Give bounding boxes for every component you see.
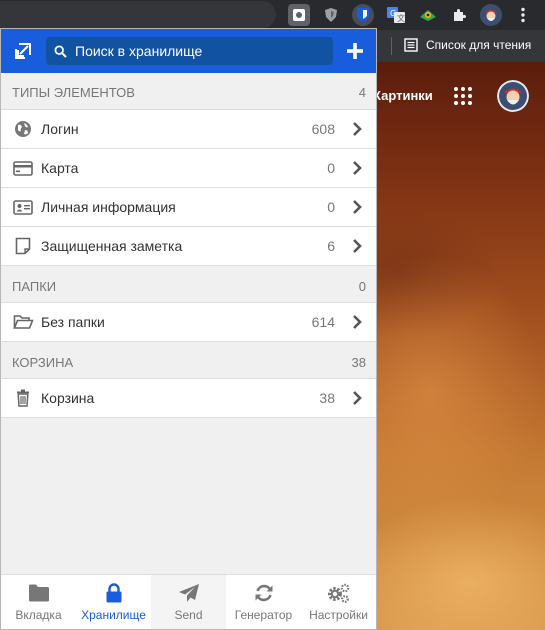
tab-label: Send [174, 608, 203, 622]
add-item-button[interactable] [343, 39, 367, 63]
section-title: КОРЗИНА [12, 354, 74, 370]
section-trash-header: КОРЗИНА 38 [1, 344, 376, 380]
apps-grid-icon[interactable] [454, 87, 472, 105]
section-count: 38 [351, 354, 366, 370]
item-label: Карта [41, 160, 79, 176]
page-account-avatar[interactable] [497, 80, 529, 112]
credit-card-icon [12, 158, 34, 178]
tab-current-tab[interactable]: Вкладка [1, 575, 76, 629]
chevron-right-icon [349, 238, 365, 254]
tab-label: Вкладка [15, 608, 62, 622]
popup-header [1, 29, 376, 73]
section-count: 0 [358, 278, 366, 294]
shield-extension-icon[interactable] [320, 4, 342, 26]
section-count: 4 [358, 84, 366, 100]
section-types-header: ТИПЫ ЭЛЕМЕНТОВ 4 [1, 74, 376, 110]
paper-plane-icon [178, 584, 199, 602]
id-card-icon [12, 197, 34, 217]
images-link[interactable]: Картинки [373, 88, 433, 103]
globe-icon [12, 119, 34, 139]
reading-list-label: Список для чтения [426, 38, 532, 52]
list-item-trash[interactable]: Корзина 38 [1, 379, 376, 418]
browser-menu-icon[interactable] [512, 4, 534, 26]
section-folders-header: ПАПКИ 0 [1, 268, 376, 304]
folder-icon [28, 584, 49, 602]
tab-generator[interactable]: Генератор [226, 575, 301, 629]
trash-icon [12, 388, 34, 408]
chevron-right-icon [349, 160, 365, 176]
item-count: 6 [327, 238, 335, 254]
popout-icon[interactable] [11, 39, 35, 63]
item-label: Личная информация [41, 199, 176, 215]
note-icon [12, 236, 34, 256]
list-item-login[interactable]: Логин 608 [1, 110, 376, 149]
item-count: 38 [319, 390, 335, 406]
item-count: 614 [311, 314, 335, 330]
bitwarden-popup: ТИПЫ ЭЛЕМЕНТОВ 4 Логин 608 Карта 0 Лична… [0, 28, 377, 630]
item-label: Защищенная заметка [41, 238, 183, 254]
bitwarden-extension-icon[interactable] [352, 4, 374, 26]
refresh-icon [255, 584, 272, 602]
tab-label: Хранилище [81, 608, 146, 622]
bookmarks-separator [391, 37, 392, 55]
chevron-right-icon [349, 121, 365, 137]
folders-list: Без папки 614 [1, 302, 376, 342]
search-icon [54, 44, 67, 58]
item-label: Логин [41, 121, 79, 137]
browser-toolbar: G文 [0, 0, 545, 30]
vault-search-box[interactable] [46, 37, 333, 65]
reading-list-icon [404, 38, 418, 52]
eye-extension-icon[interactable] [417, 4, 439, 26]
gears-icon [327, 583, 349, 603]
chevron-right-icon [349, 199, 365, 215]
item-count: 0 [327, 160, 335, 176]
tab-settings[interactable]: Настройки [301, 575, 376, 629]
lock-icon [106, 583, 121, 603]
item-count: 608 [311, 121, 335, 137]
chevron-right-icon [349, 390, 365, 406]
screenshot-extension-icon[interactable] [288, 4, 310, 26]
trash-list: Корзина 38 [1, 378, 376, 418]
translate-extension-icon[interactable]: G文 [385, 4, 407, 26]
puzzle-extensions-icon[interactable] [448, 4, 470, 26]
bottom-tab-bar: Вкладка Хранилище Send Генератор Настрой… [1, 574, 376, 629]
section-title: ПАПКИ [12, 278, 57, 294]
tab-vault[interactable]: Хранилище [76, 575, 151, 629]
reading-list-button[interactable]: Список для чтения [404, 38, 531, 52]
address-bar[interactable] [0, 1, 276, 28]
tab-label: Генератор [234, 608, 293, 622]
item-label: Без папки [41, 314, 105, 330]
list-item-card[interactable]: Карта 0 [1, 149, 376, 188]
profile-avatar-icon[interactable] [480, 4, 502, 26]
list-item-identity[interactable]: Личная информация 0 [1, 188, 376, 227]
item-count: 0 [327, 199, 335, 215]
list-item-no-folder[interactable]: Без папки 614 [1, 303, 376, 342]
svg-text:文: 文 [397, 13, 405, 23]
tab-label: Настройки [309, 608, 368, 622]
tab-send[interactable]: Send [151, 575, 226, 629]
types-list: Логин 608 Карта 0 Личная информация 0 За… [1, 109, 376, 266]
chevron-right-icon [349, 314, 365, 330]
folder-open-icon [12, 312, 34, 332]
section-title: ТИПЫ ЭЛЕМЕНТОВ [12, 84, 135, 100]
item-label: Корзина [41, 390, 95, 406]
plus-icon [347, 43, 363, 59]
search-input[interactable] [75, 43, 315, 59]
list-item-secure-note[interactable]: Защищенная заметка 6 [1, 227, 376, 266]
